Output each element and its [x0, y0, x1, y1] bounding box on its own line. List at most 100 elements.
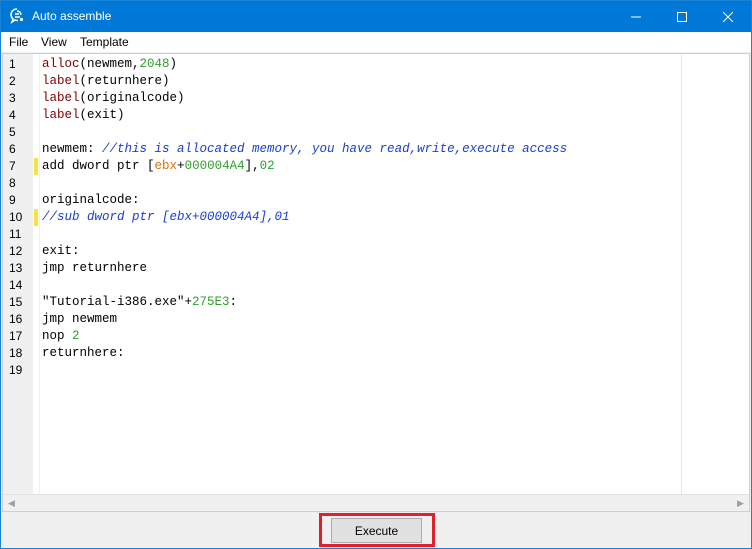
- line-number: 15: [9, 295, 23, 309]
- maximize-button[interactable]: [659, 1, 705, 32]
- line-number: 1: [9, 57, 16, 71]
- code-line[interactable]: 10 //sub dword ptr [ebx+000004A4],01: [3, 209, 748, 226]
- code-token: //sub dword ptr [ebx+000004A4],01: [42, 210, 290, 224]
- menu-view[interactable]: View: [41, 35, 67, 49]
- code-token: (exit): [79, 108, 125, 122]
- maximize-icon: [677, 11, 687, 22]
- code-editor[interactable]: 1 alloc(newmem,2048) 2 label(returnhere) 3 la…: [2, 53, 750, 512]
- code-token: 275E3: [192, 295, 230, 309]
- line-number: 11: [9, 227, 22, 241]
- code-line[interactable]: 18 returnhere:: [3, 345, 748, 362]
- code-token: "Tutorial-i386.exe"+: [42, 295, 193, 309]
- line-number: 18: [9, 346, 23, 360]
- code-text: label(originalcode): [42, 90, 185, 107]
- code-text: originalcode:: [42, 192, 140, 209]
- execute-button[interactable]: Execute: [331, 518, 422, 543]
- minimize-button[interactable]: [613, 1, 659, 32]
- code-token: :: [229, 295, 238, 309]
- minimize-icon: [631, 16, 641, 17]
- code-token: originalcode:: [42, 193, 140, 207]
- code-token: label: [42, 74, 80, 88]
- code-token: +: [177, 159, 185, 173]
- code-text: jmp newmem: [42, 311, 117, 328]
- code-text: label(returnhere): [42, 73, 170, 90]
- code-token: 2: [72, 329, 80, 343]
- close-button[interactable]: [705, 1, 751, 32]
- code-token: 000004A4: [184, 159, 245, 173]
- code-token: 02: [259, 159, 275, 173]
- code-token: newmem:: [42, 142, 103, 156]
- line-number: 12: [9, 244, 23, 258]
- code-text: label(exit): [42, 107, 125, 124]
- code-text: jmp returnhere: [42, 260, 147, 277]
- code-token: label: [42, 108, 80, 122]
- line-number: 8: [9, 176, 16, 190]
- code-line[interactable]: 1 alloc(newmem,2048): [3, 56, 748, 73]
- close-icon: [723, 11, 733, 22]
- scroll-right-icon[interactable]: ▶: [732, 495, 749, 511]
- line-number: 16: [9, 312, 23, 326]
- menu-bar: File View Template: [1, 32, 751, 53]
- code-token: //this is allocated memory, you have rea…: [102, 142, 568, 156]
- code-line[interactable]: 2 label(returnhere): [3, 73, 748, 90]
- code-token: jmp newmem: [42, 312, 118, 326]
- code-line[interactable]: 19: [3, 362, 748, 379]
- code-line[interactable]: 6 newmem: //this is allocated memory, you…: [3, 141, 748, 158]
- code-text: //sub dword ptr [ebx+000004A4],01: [42, 209, 290, 226]
- code-line[interactable]: 11: [3, 226, 748, 243]
- code-line[interactable]: 16 jmp newmem: [3, 311, 748, 328]
- line-number: 6: [9, 142, 16, 156]
- code-line[interactable]: 8: [3, 175, 748, 192]
- code-text: "Tutorial-i386.exe"+275E3:: [42, 294, 237, 311]
- line-number: 4: [9, 108, 16, 122]
- line-number: 7: [9, 159, 16, 173]
- code-line[interactable]: 15 "Tutorial-i386.exe"+275E3:: [3, 294, 748, 311]
- code-text: nop 2: [42, 328, 80, 345]
- code-line[interactable]: 17 nop 2: [3, 328, 748, 345]
- code-token: alloc: [42, 57, 80, 71]
- window-title: Auto assemble: [32, 9, 112, 23]
- code-line[interactable]: 4 label(exit): [3, 107, 748, 124]
- menu-template[interactable]: Template: [80, 35, 129, 49]
- line-number: 13: [9, 261, 23, 275]
- code-token: nop: [42, 329, 73, 343]
- menu-file[interactable]: File: [9, 35, 28, 49]
- code-text: add dword ptr [ebx+000004A4],02: [42, 158, 275, 175]
- code-line[interactable]: 3 label(originalcode): [3, 90, 748, 107]
- changed-line-marker: [34, 158, 38, 175]
- auto-assemble-window: Auto assemble File View Template 1 alloc(…: [0, 0, 752, 549]
- line-number: 10: [9, 210, 23, 224]
- line-number: 19: [9, 363, 23, 377]
- horizontal-scrollbar[interactable]: ◀ ▶: [3, 494, 749, 511]
- code-token: add dword ptr [: [42, 159, 155, 173]
- code-line[interactable]: 5: [3, 124, 748, 141]
- code-token: (newmem,: [79, 57, 140, 71]
- code-token: returnhere:: [42, 346, 125, 360]
- code-token: 2048: [139, 57, 170, 71]
- code-line[interactable]: 12 exit:: [3, 243, 748, 260]
- code-token: ebx: [154, 159, 178, 173]
- code-token: label: [42, 91, 80, 105]
- line-number: 14: [9, 278, 23, 292]
- line-number: 2: [9, 74, 16, 88]
- scroll-left-icon[interactable]: ◀: [3, 495, 20, 511]
- title-bar[interactable]: Auto assemble: [1, 1, 751, 32]
- code-line[interactable]: 7 add dword ptr [ebx+000004A4],02: [3, 158, 748, 175]
- code-token: (returnhere): [79, 74, 170, 88]
- code-text: alloc(newmem,2048): [42, 56, 177, 73]
- code-line[interactable]: 14: [3, 277, 748, 294]
- changed-line-marker: [34, 209, 38, 226]
- code-token: (originalcode): [79, 91, 185, 105]
- button-panel: Execute: [1, 512, 751, 548]
- line-number: 3: [9, 91, 16, 105]
- code-token: ): [169, 57, 178, 71]
- code-line[interactable]: 9 originalcode:: [3, 192, 748, 209]
- code-text: returnhere:: [42, 345, 125, 362]
- code-line[interactable]: 13 jmp returnhere: [3, 260, 748, 277]
- code-token: exit:: [42, 244, 80, 258]
- cheat-engine-icon: [9, 8, 25, 24]
- code-text-area[interactable]: 1 alloc(newmem,2048) 2 label(returnhere) 3 la…: [3, 56, 748, 491]
- code-token: ],: [244, 159, 260, 173]
- line-number: 17: [9, 329, 23, 343]
- code-token: jmp returnhere: [42, 261, 148, 275]
